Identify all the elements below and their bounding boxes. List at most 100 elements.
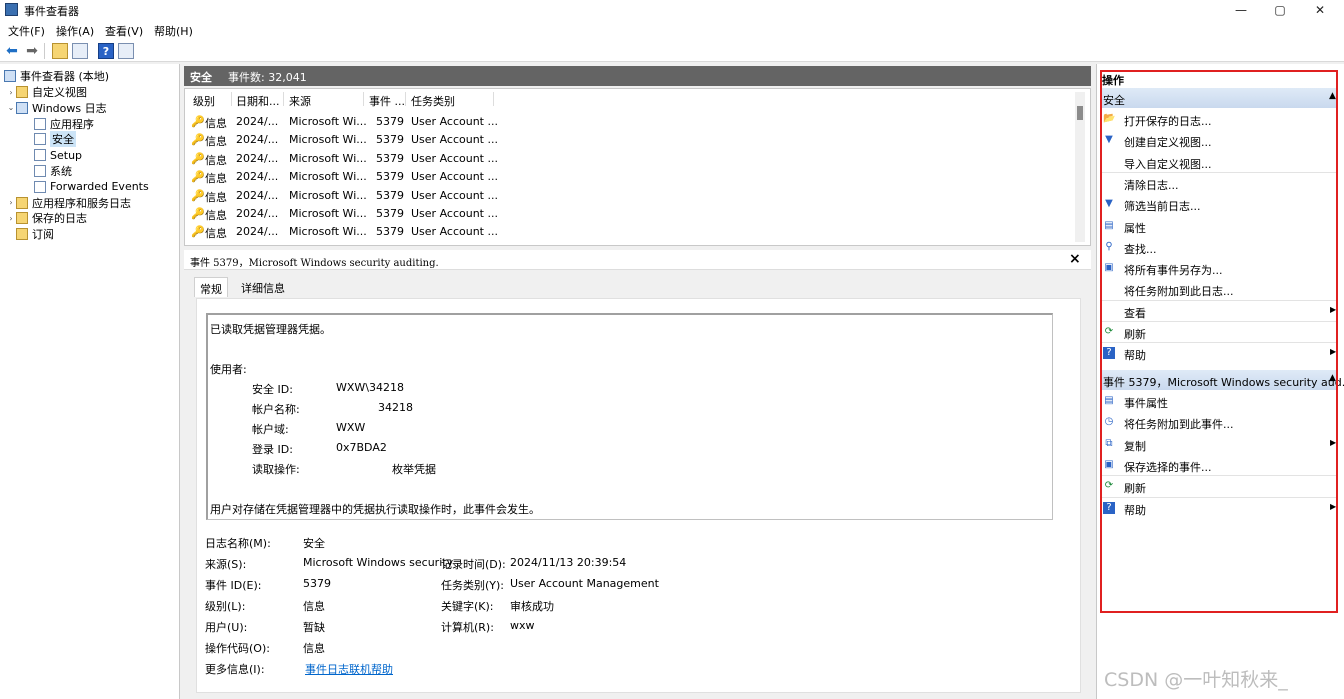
tree-item-label: Forwarded Events [50, 180, 149, 194]
table-row[interactable]: 🔑 信息 2024/... Microsoft Wi... 5379 User Accou… [191, 113, 498, 131]
table-cell: Microsoft Wi... [289, 170, 367, 184]
table-cell: 2024/... [236, 151, 279, 165]
log-name-label: 日志名称(M): [205, 537, 271, 550]
tree-item-application[interactable]: 应用程序 [34, 116, 94, 132]
table-row[interactable]: 🔑 信息 2024/... Microsoft Wi... 5379 User Accou… [191, 131, 498, 149]
close-window-button[interactable]: ✕ [1297, 0, 1343, 20]
table-cell: 信息 [205, 227, 227, 241]
tree-item-windows-logs[interactable]: ⌄ Windows 日志 [6, 100, 107, 116]
table-cell: 5379 [376, 225, 404, 239]
source-value: Microsoft Windows security [303, 556, 454, 569]
table-cell: 信息 [205, 190, 227, 204]
tree-item-subscriptions[interactable]: 订阅 [6, 226, 54, 242]
online-help-link[interactable]: 事件日志联机帮助 [305, 661, 393, 677]
scrollbar-thumb[interactable] [1077, 106, 1083, 120]
event-viewer-app-icon [5, 3, 18, 16]
menu-help[interactable]: 帮助(H) [154, 23, 193, 39]
folder-up-icon[interactable] [52, 43, 68, 59]
table-cell: 5379 [376, 115, 404, 128]
log-icon [34, 117, 46, 130]
log-icon [34, 165, 46, 177]
tree-root[interactable]: 事件查看器 (本地) [4, 68, 109, 84]
event-detail-title: 事件 5379，Microsoft Windows security audit… [190, 258, 439, 269]
keywords-label: 关键字(K): [441, 600, 494, 613]
menu-file[interactable]: 文件(F) [8, 23, 45, 39]
show-hide-actions-icon[interactable] [118, 43, 134, 59]
event-list-scrollbar[interactable] [1075, 92, 1085, 242]
user-label: 用户(U): [205, 621, 248, 634]
table-cell: 2024/... [236, 133, 279, 147]
forward-arrow-icon[interactable]: ➡ [24, 43, 40, 59]
tree-item-security[interactable]: 安全 [34, 131, 76, 148]
event-description-box[interactable]: 已读取凭据管理器凭据。 使用者: 安全 ID: WXW\34218 帐户名称: … [206, 313, 1053, 520]
log-icon [34, 133, 46, 146]
show-hide-tree-icon[interactable] [72, 43, 88, 59]
watermark: CSDN @一叶知秋来_ [1104, 669, 1288, 691]
key-icon: 🔑 [191, 188, 205, 202]
table-row[interactable]: 🔑 信息 2024/... Microsoft Wi... 5379 User Accou… [191, 223, 498, 241]
read-operation-label: 读取操作: [252, 463, 300, 476]
tree-item-forwarded-events[interactable]: Forwarded Events [34, 179, 149, 195]
source-label: 来源(S): [205, 558, 247, 571]
close-icon[interactable]: × [1069, 251, 1081, 267]
help-icon[interactable]: ? [98, 43, 114, 59]
event-count: 事件数: 32,041 [228, 71, 307, 84]
folder-icon [16, 212, 28, 225]
menu-view[interactable]: 查看(V) [105, 23, 143, 39]
event-id-value: 5379 [303, 577, 331, 590]
task-category-value: User Account Management [510, 577, 659, 590]
key-icon: 🔑 [191, 133, 205, 147]
logged-label: 记录时间(D): [441, 558, 506, 571]
table-row[interactable]: 🔑 信息 2024/... Microsoft Wi... 5379 User Accou… [191, 187, 498, 205]
security-id-value: WXW\34218 [336, 381, 404, 394]
col-divider[interactable] [405, 92, 406, 106]
col-event-id[interactable]: 事件 ... [369, 93, 405, 109]
table-cell: 5379 [376, 188, 404, 202]
menu-action[interactable]: 操作(A) [56, 23, 94, 39]
tree-item-saved-logs[interactable]: › 保存的日志 [6, 210, 87, 226]
account-name-value: 34218 [378, 401, 413, 414]
expand-caret-icon[interactable]: › [6, 214, 16, 223]
table-row[interactable]: 🔑 信息 2024/... Microsoft Wi... 5379 User Accou… [191, 205, 498, 223]
task-category-label: 任务类别(Y): [441, 579, 505, 592]
log-icon [16, 101, 28, 114]
level-value: 信息 [303, 600, 325, 613]
col-divider[interactable] [493, 92, 494, 106]
table-row[interactable]: 🔑 信息 2024/... Microsoft Wi... 5379 User Accou… [191, 150, 498, 168]
tree-item-system[interactable]: 系统 [34, 163, 72, 179]
tab-details[interactable]: 详细信息 [236, 277, 290, 297]
col-divider[interactable] [283, 92, 284, 106]
col-task-category[interactable]: 任务类别 [411, 93, 455, 109]
tree-item-apps-services-logs[interactable]: › 应用程序和服务日志 [6, 195, 131, 211]
table-cell: User Account ... [411, 151, 498, 165]
tree-item-setup[interactable]: Setup [34, 147, 82, 163]
back-arrow-icon[interactable]: ⬅ [4, 43, 20, 59]
read-operation-value: 枚举凭据 [392, 463, 436, 476]
event-list: 级别 日期和... 来源 事件 ... 任务类别 🔑 信息 2024/... Micr… [184, 88, 1091, 246]
table-row[interactable]: 🔑 信息 2024/... Microsoft Wi... 5379 User Accou… [191, 168, 498, 186]
expand-caret-icon[interactable]: › [6, 198, 16, 207]
table-cell: User Account ... [411, 133, 498, 147]
key-icon: 🔑 [191, 115, 205, 128]
col-date[interactable]: 日期和... [236, 93, 280, 109]
event-detail-header: 事件 5379，Microsoft Windows security audit… [184, 250, 1091, 270]
expand-caret-icon[interactable]: › [6, 88, 16, 97]
table-cell: 信息 [205, 135, 227, 149]
window-title: 事件查看器 [24, 5, 79, 18]
table-cell: 5379 [376, 170, 404, 184]
log-icon [34, 180, 46, 193]
more-info-label: 更多信息(I): [205, 663, 265, 676]
log-header-bar: 安全 事件数: 32,041 [184, 66, 1091, 86]
tab-general[interactable]: 常规 [194, 277, 228, 297]
expand-caret-icon[interactable]: ⌄ [6, 103, 16, 112]
col-level[interactable]: 级别 [193, 93, 215, 109]
folder-icon [16, 196, 28, 209]
logon-id-value: 0x7BDA2 [336, 441, 387, 454]
col-divider[interactable] [363, 92, 364, 106]
col-divider[interactable] [231, 92, 232, 106]
table-cell: User Account ... [411, 225, 498, 239]
col-source[interactable]: 来源 [289, 93, 311, 109]
tree-item-custom-views[interactable]: › 自定义视图 [6, 84, 87, 100]
subject-label: 使用者: [210, 363, 247, 376]
tree-item-label: 应用程序和服务日志 [32, 196, 131, 210]
